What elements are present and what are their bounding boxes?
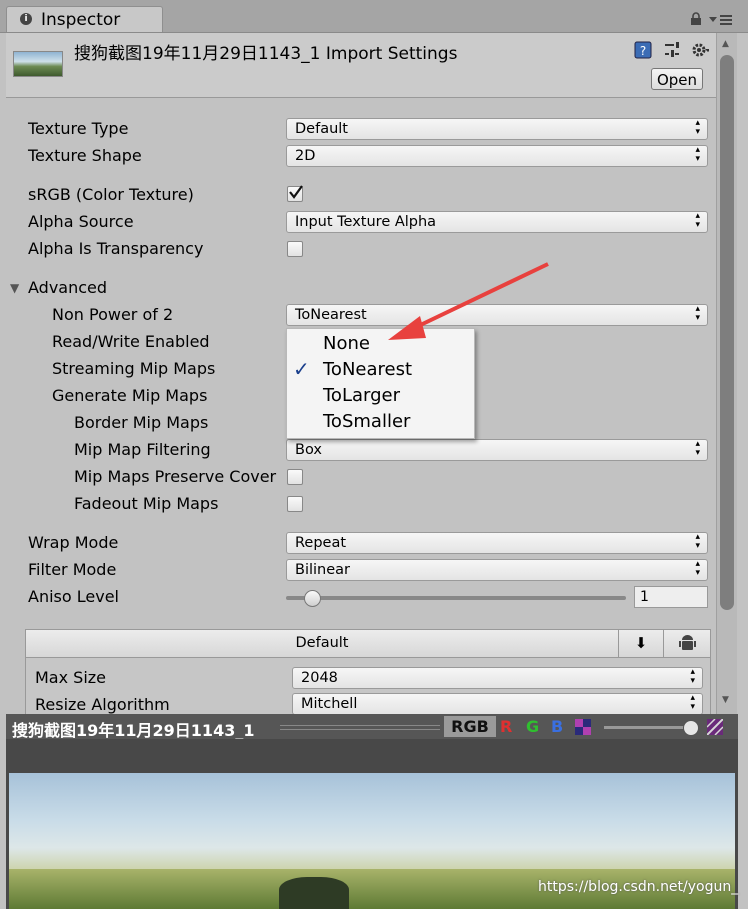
- srgb-checkbox[interactable]: [287, 185, 303, 202]
- wrap-mode-label: Wrap Mode: [28, 533, 119, 552]
- scroll-up-icon[interactable]: ▲: [722, 39, 729, 49]
- fadeout-mip-label: Fadeout Mip Maps: [74, 494, 219, 513]
- scroll-down-icon[interactable]: ▼: [722, 695, 729, 705]
- mip-filtering-dropdown[interactable]: Box ▴ ▾: [286, 439, 708, 461]
- platform-tab-bar: Default ⬇: [26, 630, 710, 658]
- mip-filtering-value: Box: [295, 442, 322, 458]
- foldout-arrow-icon[interactable]: ▼: [10, 281, 19, 295]
- checkmark-icon: ✓: [293, 357, 310, 381]
- mip-filtering-label: Mip Map Filtering: [74, 440, 211, 459]
- fadeout-mip-checkbox[interactable]: [287, 496, 303, 512]
- srgb-label: sRGB (Color Texture): [28, 185, 194, 204]
- mip-level-icon[interactable]: [707, 719, 723, 735]
- platform-tab-android[interactable]: [663, 630, 710, 657]
- open-button[interactable]: Open: [651, 68, 703, 90]
- preserve-coverage-checkbox[interactable]: [287, 469, 303, 485]
- preset-icon[interactable]: [663, 41, 681, 59]
- dropdown-arrow-icon: ▴ ▾: [695, 118, 700, 137]
- rgb-toggle[interactable]: RGB: [444, 716, 496, 737]
- popup-option-tolarger[interactable]: ToLarger: [323, 385, 400, 406]
- preview-title: 搜狗截图19年11月29日1143_1: [12, 721, 255, 740]
- watermark-text: https://blog.csdn.net/yogun_: [538, 879, 739, 895]
- read-write-label: Read/Write Enabled: [52, 332, 210, 351]
- max-size-label: Max Size: [35, 668, 107, 687]
- resize-algorithm-value: Mitchell: [301, 696, 358, 712]
- advanced-foldout-label[interactable]: Advanced: [28, 278, 107, 297]
- alpha-source-value: Input Texture Alpha: [295, 214, 437, 230]
- preview-toolbar: 搜狗截图19年11月29日1143_1 RGB R G B: [6, 714, 738, 740]
- tab-inspector-label: Inspector: [41, 10, 121, 30]
- page-title: 搜狗截图19年11月29日1143_1 Import Settings: [74, 44, 458, 64]
- texture-type-label: Texture Type: [28, 119, 129, 138]
- generate-mip-label: Generate Mip Maps: [52, 386, 208, 405]
- platform-tab-default[interactable]: Default: [26, 630, 618, 657]
- resize-algorithm-dropdown[interactable]: Mitchell ▴ ▾: [292, 693, 703, 715]
- popup-option-tonearest[interactable]: ToNearest: [323, 359, 412, 380]
- window-tab-bar: i Inspector: [0, 0, 748, 33]
- filter-mode-value: Bilinear: [295, 562, 350, 578]
- texture-thumbnail: [13, 51, 63, 77]
- aniso-level-label: Aniso Level: [28, 587, 119, 606]
- alpha-source-label: Alpha Source: [28, 212, 134, 231]
- texture-preview: https://blog.csdn.net/yogun_: [6, 739, 738, 909]
- border-mip-label: Border Mip Maps: [74, 413, 209, 432]
- lock-icon[interactable]: [690, 12, 702, 26]
- checkmark-icon: [289, 185, 303, 199]
- info-icon: i: [20, 13, 32, 25]
- tab-inspector[interactable]: i Inspector: [6, 6, 163, 32]
- popup-option-none[interactable]: None: [323, 333, 370, 354]
- help-icon[interactable]: ?: [634, 41, 652, 59]
- green-channel-toggle[interactable]: G: [526, 717, 539, 736]
- scrollbar[interactable]: ▲ ▼: [716, 33, 737, 714]
- inspector-header: 搜狗截图19年11月29日1143_1 Import Settings ? Op…: [6, 33, 716, 98]
- tab-menu-icon[interactable]: [708, 14, 734, 26]
- dropdown-arrow-icon: ▴ ▾: [695, 439, 700, 458]
- aniso-slider-track[interactable]: [286, 596, 626, 600]
- non-power-of-2-label: Non Power of 2: [52, 305, 174, 324]
- alpha-channel-icon[interactable]: [575, 719, 591, 735]
- streaming-mip-label: Streaming Mip Maps: [52, 359, 216, 378]
- texture-type-value: Default: [295, 121, 348, 137]
- aniso-slider-thumb[interactable]: [304, 590, 321, 607]
- annotation-arrow: [388, 262, 549, 340]
- max-size-value: 2048: [301, 670, 338, 686]
- platform-settings: Default ⬇ Max Size 2048 ▴ ▾ Resize Algori…: [25, 629, 711, 721]
- wrap-mode-dropdown[interactable]: Repeat ▴ ▾: [286, 532, 708, 554]
- dropdown-arrow-icon: ▴ ▾: [695, 532, 700, 551]
- max-size-dropdown[interactable]: 2048 ▴ ▾: [292, 667, 703, 689]
- dropdown-arrow-icon: ▴ ▾: [695, 559, 700, 578]
- texture-type-dropdown[interactable]: Default ▴ ▾: [286, 118, 708, 140]
- dropdown-arrow-icon: ▴ ▾: [695, 145, 700, 164]
- dropdown-arrow-icon: ▴ ▾: [690, 693, 695, 712]
- mip-slider-thumb[interactable]: [683, 720, 699, 736]
- alpha-transparency-label: Alpha Is Transparency: [28, 239, 204, 258]
- texture-shape-dropdown[interactable]: 2D ▴ ▾: [286, 145, 708, 167]
- filter-mode-dropdown[interactable]: Bilinear ▴ ▾: [286, 559, 708, 581]
- popup-option-tosmaller[interactable]: ToSmaller: [323, 411, 410, 432]
- download-icon[interactable]: ⬇: [618, 630, 663, 657]
- preview-drag-handle[interactable]: [280, 725, 440, 730]
- red-channel-toggle[interactable]: R: [500, 717, 512, 736]
- dropdown-arrow-icon: ▴ ▾: [695, 304, 700, 323]
- scrollbar-thumb[interactable]: [720, 55, 734, 610]
- dropdown-arrow-icon: ▴ ▾: [695, 211, 700, 230]
- gear-icon[interactable]: [691, 41, 709, 59]
- texture-shape-label: Texture Shape: [28, 146, 142, 165]
- preserve-coverage-label: Mip Maps Preserve Cover: [74, 467, 277, 486]
- texture-shape-value: 2D: [295, 148, 316, 164]
- svg-text:?: ?: [640, 44, 646, 58]
- dropdown-arrow-icon: ▴ ▾: [690, 667, 695, 686]
- alpha-transparency-checkbox[interactable]: [287, 241, 303, 257]
- blue-channel-toggle[interactable]: B: [551, 717, 563, 736]
- wrap-mode-value: Repeat: [295, 535, 347, 551]
- android-icon: [679, 635, 696, 650]
- alpha-source-dropdown[interactable]: Input Texture Alpha ▴ ▾: [286, 211, 708, 233]
- non-power-of-2-value: ToNearest: [295, 307, 367, 323]
- filter-mode-label: Filter Mode: [28, 560, 117, 579]
- resize-algorithm-label: Resize Algorithm: [35, 695, 170, 714]
- aniso-level-input[interactable]: 1: [634, 586, 708, 608]
